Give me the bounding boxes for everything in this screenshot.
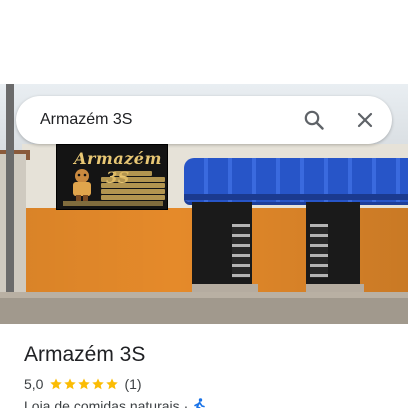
sidewalk-shadow: [0, 298, 408, 324]
door-step: [192, 284, 258, 292]
awning-band: [184, 194, 408, 200]
star-icon: [106, 378, 119, 390]
display-rack: [232, 224, 250, 278]
close-icon[interactable]: [353, 108, 377, 132]
rating-row[interactable]: 5,0 (1): [24, 375, 142, 393]
store-sign: Armazém 3S: [56, 144, 168, 210]
place-title[interactable]: Armazém 3S: [24, 342, 145, 368]
door-step: [306, 284, 364, 292]
sign-contact-strip: [63, 201, 163, 206]
sign-mascot-illustration: [73, 169, 91, 201]
search-bar: [16, 96, 392, 144]
category-row: Loja de comidas naturais ·: [24, 397, 206, 408]
sign-text-lines: [101, 171, 165, 201]
storefront-door-right: [306, 202, 360, 284]
search-input[interactable]: [40, 108, 290, 132]
review-count[interactable]: (1): [124, 376, 141, 392]
star-icon: [78, 378, 91, 390]
rating-value: 5,0: [24, 376, 44, 392]
walking-icon: [194, 398, 206, 408]
utility-pole: [6, 84, 14, 324]
star-icon: [50, 378, 63, 390]
star-icon: [64, 378, 77, 390]
rating-stars: [49, 377, 119, 391]
place-category[interactable]: Loja de comidas naturais: [24, 398, 180, 408]
search-icon[interactable]: [302, 108, 326, 132]
separator-dot: ·: [183, 398, 189, 408]
storefront-door-left: [192, 202, 252, 284]
top-blank-area: [0, 0, 408, 84]
display-rack: [310, 224, 328, 278]
star-icon: [92, 378, 105, 390]
